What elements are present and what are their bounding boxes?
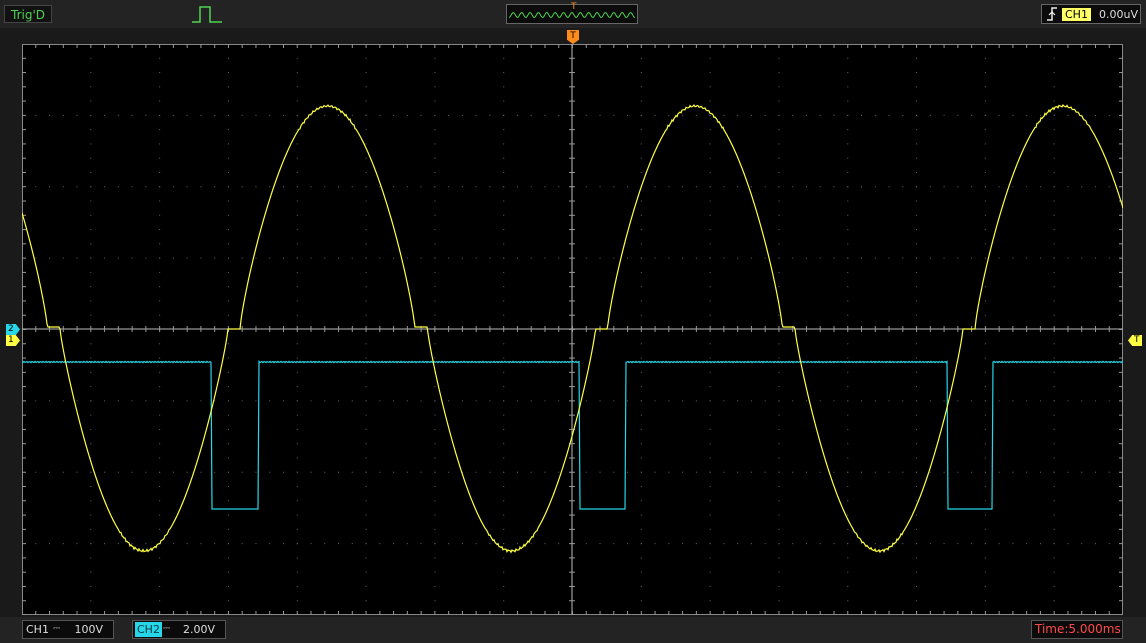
dc-coupling-icon: ⎓ — [163, 624, 170, 634]
graticule-grid — [35, 57, 1110, 616]
ch1-scale: 100V — [74, 623, 103, 636]
trigger-position-marker[interactable]: T — [567, 30, 579, 44]
waveform-display[interactable] — [21, 44, 1124, 616]
ch2-label: CH2 — [135, 622, 162, 637]
top-status-bar: Trig'D T CH1 0.00uV — [0, 0, 1146, 28]
trigger-status: Trig'D — [4, 5, 52, 23]
ch2-scale: 2.00V — [182, 623, 215, 636]
trigger-level-marker[interactable]: T — [1128, 335, 1142, 346]
bottom-status-bar: CH1 ⎓ 100V CH2 ⎓ 2.00V Time:5.000ms — [0, 617, 1146, 643]
memory-waveform-preview — [508, 11, 636, 19]
ch1-scale-box[interactable]: CH1 ⎓ 100V — [22, 620, 114, 639]
rising-edge-icon — [1047, 7, 1057, 21]
memory-position-indicator[interactable]: T — [506, 2, 638, 24]
ch2-scale-box[interactable]: CH2 ⎓ 2.00V — [132, 620, 226, 639]
ch1-label: CH1 — [26, 623, 49, 636]
ch1-ground-marker[interactable]: 1 — [6, 335, 20, 346]
axis-ticks — [22, 44, 1123, 616]
dc-coupling-icon: ⎓ — [53, 624, 60, 634]
trigger-source-badge: CH1 — [1062, 8, 1091, 21]
trigger-level: 0.00uV — [1099, 8, 1138, 21]
trigger-panel[interactable]: CH1 0.00uV — [1041, 4, 1141, 24]
pulse-icon — [192, 6, 222, 23]
timebase-readout[interactable]: Time:5.000ms — [1031, 620, 1123, 639]
waveform-plot — [21, 44, 1124, 616]
ch2-ground-marker[interactable]: 2 — [6, 324, 20, 335]
